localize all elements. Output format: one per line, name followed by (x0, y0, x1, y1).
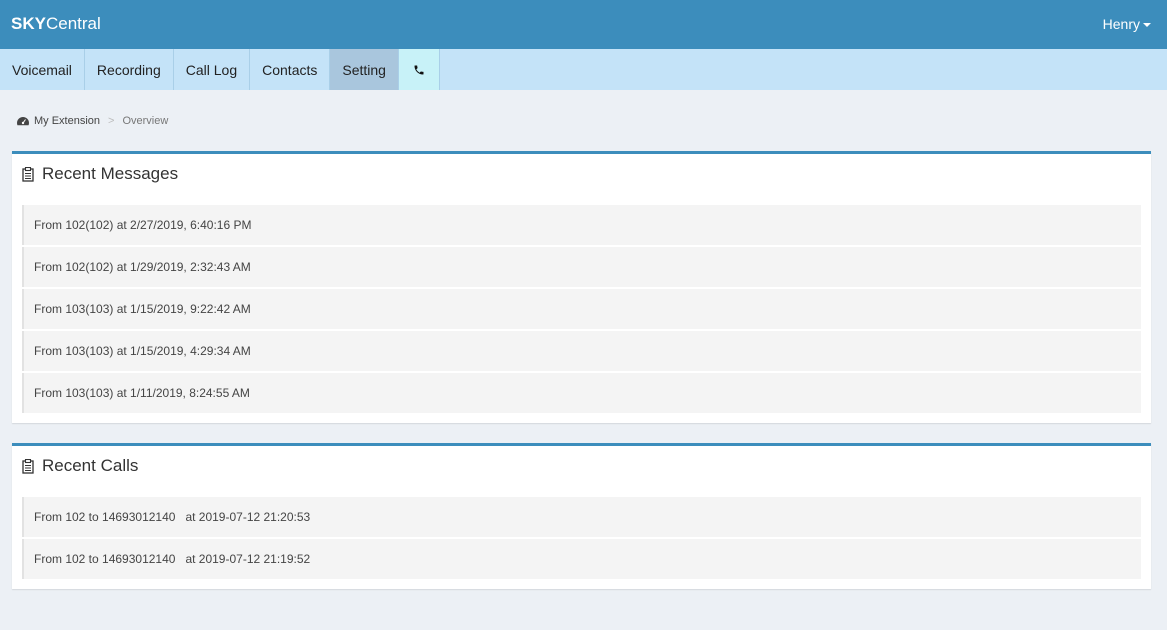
nav-label: Recording (96, 61, 161, 78)
nav-label: Call Log (185, 61, 238, 78)
message-text: From 102(102) at 1/29/2019, 2:32:43 AM (34, 260, 251, 274)
main-nav: Voicemail Recording Call Log Contacts Se… (0, 49, 1167, 90)
nav-contacts[interactable]: Contacts (250, 49, 331, 90)
breadcrumb-separator: > (108, 115, 115, 127)
user-menu[interactable]: Henry (1103, 15, 1151, 33)
nav-phone[interactable] (398, 49, 440, 90)
panel-title: Recent Calls (42, 456, 139, 475)
brand-light: Central (45, 14, 101, 33)
message-text: From 103(103) at 1/15/2019, 4:29:34 AM (34, 344, 251, 358)
call-row[interactable]: From 102 to 14693012140 at 2019-07-12 21… (22, 497, 1141, 537)
panel-header: Recent Calls (22, 456, 138, 476)
call-text: From 102 to 14693012140 at 2019-07-12 21… (34, 510, 311, 524)
message-row[interactable]: From 103(103) at 1/11/2019, 8:24:55 AM (22, 373, 1141, 413)
brand-logo[interactable]: SKYCentral (11, 13, 101, 35)
dashboard-icon (17, 117, 29, 126)
recent-calls-panel: Recent Calls From 102 to 14693012140 at … (12, 443, 1151, 589)
panel-title: Recent Messages (42, 164, 179, 183)
message-row[interactable]: From 102(102) at 2/27/2019, 6:40:16 PM (22, 205, 1141, 245)
clipboard-icon (22, 458, 34, 474)
message-text: From 102(102) at 2/27/2019, 6:40:16 PM (34, 218, 252, 232)
message-row[interactable]: From 102(102) at 1/29/2019, 2:32:43 AM (22, 247, 1141, 287)
top-header: SKYCentral Henry (0, 0, 1167, 49)
caret-down-icon (1143, 23, 1151, 27)
breadcrumb-home[interactable]: My Extension (34, 114, 100, 128)
nav-call-log[interactable]: Call Log (174, 49, 251, 90)
clipboard-icon (22, 166, 34, 182)
nav-label: Voicemail (12, 61, 72, 78)
recent-messages-panel: Recent Messages From 102(102) at 2/27/20… (12, 151, 1151, 423)
nav-label: Setting (342, 61, 386, 78)
nav-recording[interactable]: Recording (85, 49, 174, 90)
message-row[interactable]: From 103(103) at 1/15/2019, 4:29:34 AM (22, 331, 1141, 371)
message-row[interactable]: From 103(103) at 1/15/2019, 9:22:42 AM (22, 289, 1141, 329)
breadcrumb-current: Overview (122, 115, 169, 127)
nav-label: Contacts (262, 61, 318, 78)
message-text: From 103(103) at 1/15/2019, 9:22:42 AM (34, 302, 251, 316)
phone-icon (414, 65, 424, 74)
nav-voicemail[interactable]: Voicemail (0, 49, 85, 90)
nav-setting[interactable]: Setting (330, 49, 399, 90)
user-name: Henry (1102, 16, 1140, 32)
brand-bold: SKY (11, 14, 46, 33)
message-text: From 103(103) at 1/11/2019, 8:24:55 AM (34, 386, 250, 400)
call-row[interactable]: From 102 to 14693012140 at 2019-07-12 21… (22, 539, 1141, 579)
panel-header: Recent Messages (22, 164, 178, 184)
call-text: From 102 to 14693012140 at 2019-07-12 21… (34, 552, 311, 566)
breadcrumb: My Extension > Overview (17, 114, 168, 128)
